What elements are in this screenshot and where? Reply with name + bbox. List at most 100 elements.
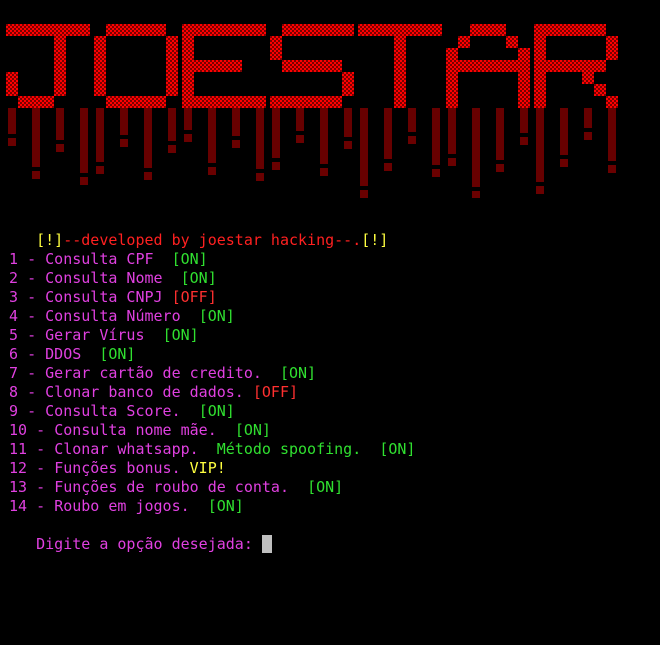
menu-item-status-badge: [ON] <box>279 364 317 382</box>
banner-drip-tip <box>496 164 504 172</box>
banner-pixel <box>54 84 66 96</box>
banner-pixel <box>534 36 546 48</box>
menu-item-label: Roubo em jogos. <box>54 497 208 515</box>
banner-pixel <box>534 60 546 72</box>
menu-item-number: 11 - <box>0 440 55 458</box>
menu-item: 3 - Consulta CNPJ [OFF] <box>0 288 217 307</box>
menu-item-status-badge: [ON] <box>198 402 235 420</box>
banner-pixel <box>534 48 546 60</box>
banner-pixel <box>318 60 330 72</box>
banner-pixel <box>518 60 530 72</box>
banner-drip <box>496 108 504 160</box>
credits-bracket-open: [!] <box>36 231 64 249</box>
prompt-line[interactable]: Digite a opção desejada: <box>0 516 272 553</box>
banner-pixel <box>94 72 106 84</box>
banner-drip-tip <box>536 186 544 194</box>
menu-item-label: Gerar cartão de credito. <box>45 364 280 382</box>
banner-drip-tip <box>448 158 456 166</box>
banner-pixel <box>534 84 546 96</box>
banner-pixel <box>42 24 54 36</box>
banner-pixel <box>270 96 282 108</box>
banner-drip-tip <box>472 191 480 198</box>
menu-item: 7 - Gerar cartão de credito. [ON] <box>0 364 316 383</box>
banner-pixel <box>342 84 354 96</box>
banner-pixel <box>558 24 570 36</box>
banner-drip-tip <box>296 135 304 143</box>
menu-item: 4 - Consulta Número [ON] <box>0 307 235 326</box>
banner-drip-tip <box>120 139 128 147</box>
banner-pixel <box>154 24 166 36</box>
menu-item-status-badge: [ON] <box>307 478 344 496</box>
banner-pixel <box>382 24 394 36</box>
banner-pixel <box>470 24 482 36</box>
banner-pixel <box>242 96 254 108</box>
banner-pixel <box>54 24 66 36</box>
banner-pixel <box>446 72 458 84</box>
banner-pixel <box>518 96 530 108</box>
banner-pixel <box>582 24 594 36</box>
banner-drip <box>384 108 392 159</box>
banner-pixel <box>182 48 194 60</box>
banner-pixel <box>446 84 458 96</box>
banner-drip <box>344 108 352 137</box>
menu-item-number: 14 - <box>0 497 55 515</box>
menu-item: 10 - Consulta nome mãe. [ON] <box>0 421 271 440</box>
menu-item: 1 - Consulta CPF [ON] <box>0 250 208 269</box>
banner-pixel <box>430 24 442 36</box>
menu-item-status-badge: [ON] <box>180 269 217 287</box>
banner-pixel <box>358 24 370 36</box>
banner-drip <box>536 108 544 182</box>
banner-pixel <box>166 60 178 72</box>
terminal-window[interactable]: [!]--developed by joestar hacking--.[!] … <box>0 0 660 645</box>
menu-item-label: Consulta Score. <box>45 402 199 420</box>
banner-pixel <box>534 72 546 84</box>
banner-pixel <box>318 24 330 36</box>
menu-item-number: 4 - <box>0 307 46 325</box>
banner-drip <box>208 108 216 163</box>
banner-pixel <box>394 36 406 48</box>
menu-item-number: 10 - <box>0 421 55 439</box>
banner-pixel <box>106 24 118 36</box>
banner-pixel <box>18 24 30 36</box>
menu-item-number: 1 - <box>0 250 46 268</box>
banner-drip-tip <box>168 145 176 153</box>
banner-pixel <box>182 84 194 96</box>
banner-pixel <box>154 96 166 108</box>
banner-drip <box>144 108 152 168</box>
banner-pixel <box>394 48 406 60</box>
banner-pixel <box>66 24 78 36</box>
banner-pixel <box>394 96 406 108</box>
banner-pixel <box>330 96 342 108</box>
banner-pixel <box>446 96 458 108</box>
banner-drip <box>184 108 192 130</box>
banner-pixel <box>606 36 618 48</box>
menu-item-label: Consulta nome mãe. <box>54 421 235 439</box>
banner-pixel <box>282 96 294 108</box>
banner-pixel <box>206 96 218 108</box>
banner-pixel <box>330 24 342 36</box>
menu-item-label: Consulta Número <box>45 307 199 325</box>
banner-pixel <box>194 96 206 108</box>
banner-pixel <box>482 24 494 36</box>
menu-item-label: Gerar Vírus <box>45 326 163 344</box>
menu-item-number: 8 - <box>0 383 46 401</box>
banner-pixel <box>230 24 242 36</box>
banner-drip-tip <box>80 177 88 185</box>
banner-pixel <box>54 36 66 48</box>
banner-pixel <box>182 36 194 48</box>
menu-item-status-badge: [OFF] <box>171 288 217 306</box>
banner-drip-tip <box>608 165 616 173</box>
banner-pixel <box>218 24 230 36</box>
menu-item-label: Funções de roubo de conta. <box>54 478 308 496</box>
banner-drip-tip <box>360 190 368 198</box>
banner-pixel <box>6 72 18 84</box>
menu-item: 9 - Consulta Score. [ON] <box>0 402 235 421</box>
banner-pixel <box>242 24 254 36</box>
menu-item-label: Consulta CNPJ <box>45 288 172 306</box>
banner-drip <box>320 108 328 164</box>
banner-pixel <box>594 24 606 36</box>
banner-pixel <box>518 84 530 96</box>
banner-pixel <box>518 72 530 84</box>
banner-pixel <box>218 60 230 72</box>
banner-drip <box>80 108 88 173</box>
